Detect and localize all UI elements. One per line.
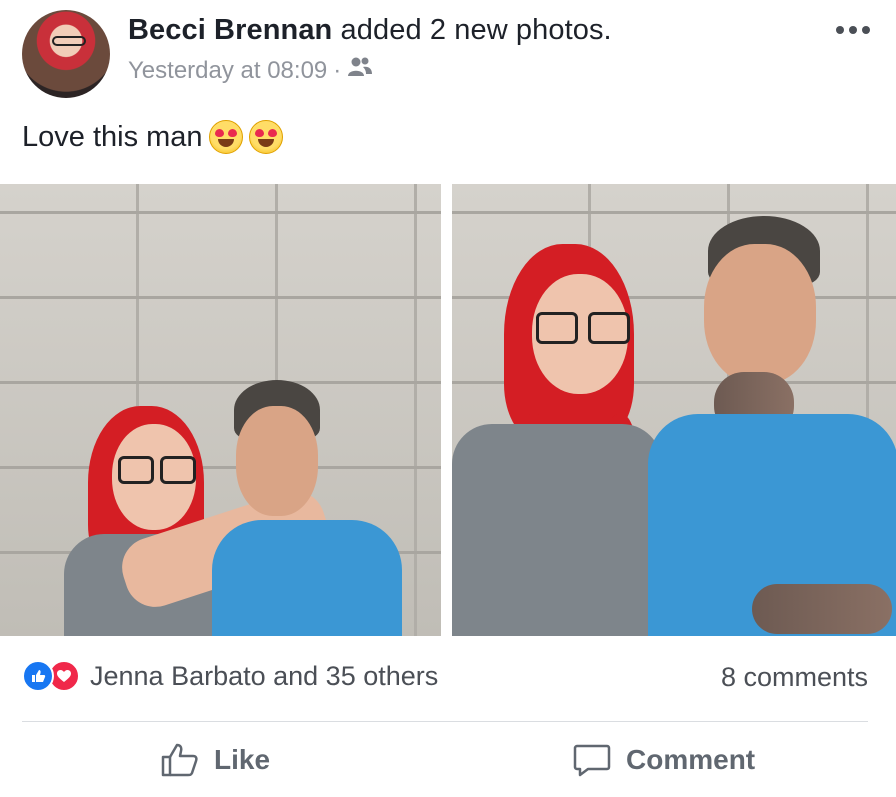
avatar-glasses [52,36,86,46]
divider [22,721,868,722]
post-meta: Yesterday at 08:09 · [128,56,373,85]
like-button[interactable]: Like [160,742,270,778]
dot [862,26,870,34]
man-face [236,406,318,516]
ellipsis-icon[interactable] [836,26,870,34]
woman-shirt [452,424,662,636]
friends-icon[interactable] [347,56,373,85]
dot [836,26,844,34]
post-header: Becci Brennan added 2 new photos. Yester… [0,0,896,110]
woman-glasses [588,312,630,344]
timestamp[interactable]: Yesterday at 08:09 [128,57,327,85]
photo-2[interactable] [452,184,896,636]
man-tattooed-arm [752,584,892,634]
man-face [704,244,816,384]
reactors-text[interactable]: Jenna Barbato and 35 others [90,661,438,692]
comment-button[interactable]: Comment [572,742,755,778]
post-action-text: added 2 new photos. [340,14,612,46]
post-message: Love this man [22,120,203,153]
photo-1[interactable] [0,184,441,636]
dot [849,26,857,34]
author-name[interactable]: Becci Brennan [128,14,332,46]
comment-icon [572,742,612,778]
like-label: Like [214,744,271,775]
like-reaction-icon [22,660,54,692]
woman-glasses [118,456,154,484]
author-line: Becci Brennan added 2 new photos. [128,14,612,47]
comments-count[interactable]: 8 comments [721,662,868,693]
man-shirt [212,520,402,636]
meta-separator: · [333,56,342,84]
comment-label: Comment [626,744,756,775]
woman-glasses [536,312,578,344]
avatar[interactable] [22,10,110,98]
woman-glasses [160,456,196,484]
like-icon [160,742,200,778]
heart-eyes-emoji [208,120,243,154]
reactions-summary[interactable]: Jenna Barbato and 35 others [22,660,438,692]
post-text: Love this man [22,120,283,154]
heart-eyes-emoji [248,120,283,154]
